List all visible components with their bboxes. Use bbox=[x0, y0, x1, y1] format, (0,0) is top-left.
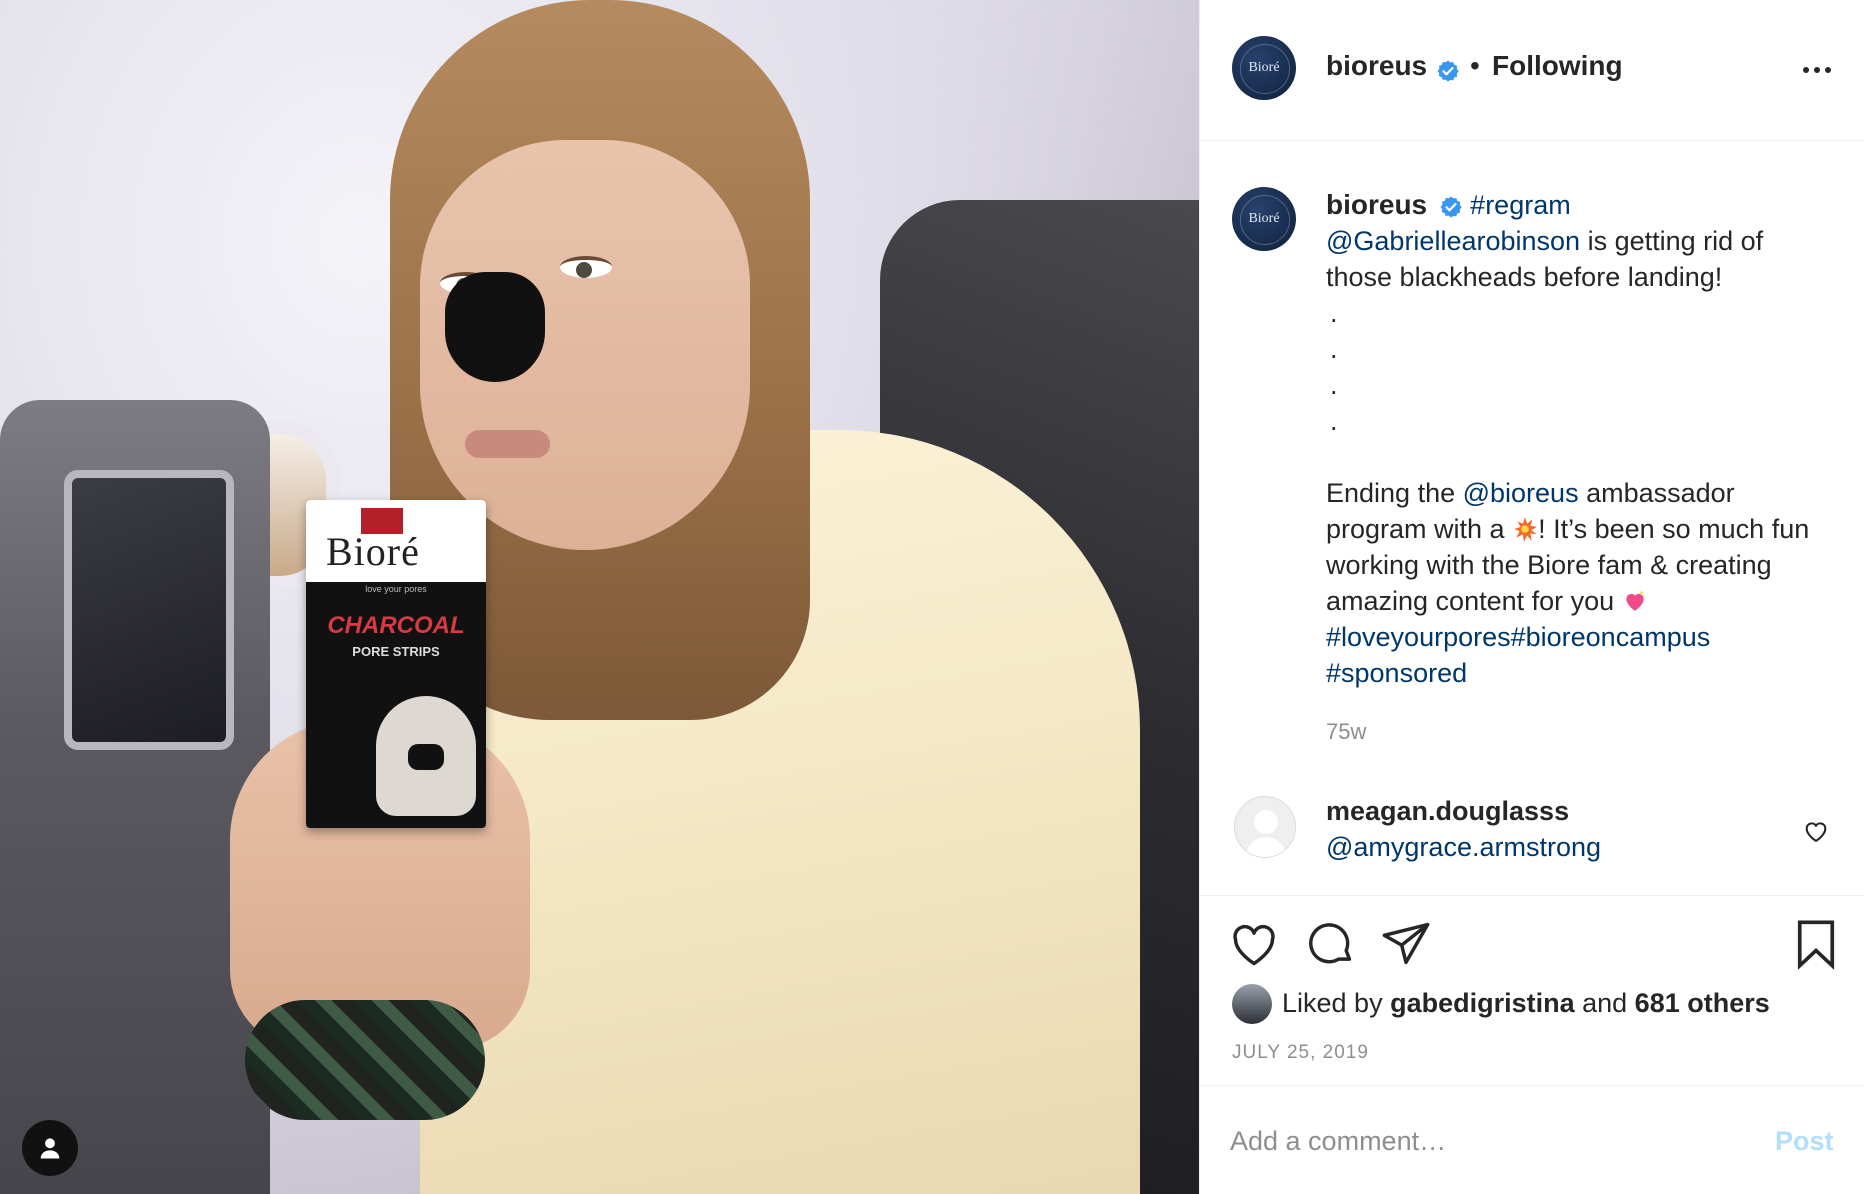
header-username[interactable]: bioreus bbox=[1326, 50, 1427, 81]
user-tag-button[interactable] bbox=[22, 1120, 78, 1176]
post-side-panel: Bioré bioreus • Following Bioré bioreus bbox=[1199, 0, 1864, 1194]
user-tag-icon bbox=[40, 1138, 60, 1159]
account-avatar[interactable]: Bioré bbox=[1232, 36, 1296, 100]
mention-gabriellearobinson-link[interactable]: @Gabriellearobinson bbox=[1326, 226, 1580, 256]
pack-tagline: love your pores bbox=[365, 584, 427, 594]
photo-nose-strip bbox=[445, 272, 545, 382]
liked-by-user-link[interactable]: gabedigristina bbox=[1390, 988, 1575, 1018]
commenter-username[interactable]: meagan.douglasss bbox=[1326, 796, 1569, 827]
share-icon[interactable] bbox=[1380, 918, 1432, 970]
bookmark-icon[interactable] bbox=[1790, 918, 1842, 970]
more-options-icon[interactable] bbox=[1803, 60, 1839, 80]
post-photo[interactable]: Bioré love your pores CHARCOAL PORE STRI… bbox=[0, 0, 1199, 1194]
post-date[interactable]: JULY 25, 2019 bbox=[1232, 1042, 1369, 1064]
add-comment-bar: Post bbox=[1200, 1085, 1864, 1194]
hashtags-link[interactable]: #loveyourpores#bioreoncampus bbox=[1326, 622, 1710, 652]
following-button[interactable]: Following bbox=[1492, 50, 1623, 82]
verified-badge-icon bbox=[1440, 196, 1462, 218]
caption-avatar-logo-text: Bioré bbox=[1248, 211, 1280, 226]
post-header: Bioré bioreus • Following bbox=[1200, 0, 1864, 141]
header-separator: • bbox=[1470, 50, 1480, 81]
photo-product-pack: Bioré love your pores CHARCOAL PORE STRI… bbox=[306, 500, 486, 828]
liked-by-middle: and bbox=[1574, 988, 1635, 1018]
caption-dot: . bbox=[1330, 370, 1338, 400]
liked-by-avatar[interactable] bbox=[1232, 984, 1272, 1024]
caption-dots: . . . . bbox=[1326, 295, 1826, 439]
pack-subtitle: PORE STRIPS bbox=[352, 644, 440, 659]
comment-mention-link[interactable]: @amygrace.armstrong bbox=[1326, 832, 1601, 863]
pack-top: Bioré bbox=[306, 500, 486, 582]
photo-scrunchie bbox=[245, 1000, 485, 1120]
pack-face-illustration bbox=[376, 696, 476, 816]
sparkling-heart-emoji bbox=[1626, 590, 1644, 611]
post-actions: Liked by gabedigristina and 681 others J… bbox=[1200, 895, 1864, 1085]
caption-second-paragraph: Ending the @bioreus ambassador program w… bbox=[1326, 475, 1826, 691]
photo-seat-screen bbox=[64, 470, 234, 750]
verified-badge-icon bbox=[1437, 60, 1459, 82]
comment-input[interactable] bbox=[1230, 1118, 1750, 1164]
caption-para2-a: Ending the bbox=[1326, 478, 1463, 508]
post-comment-button[interactable]: Post bbox=[1775, 1126, 1834, 1157]
comment-heart-icon[interactable] bbox=[1802, 817, 1830, 845]
header-username-group: bioreus bbox=[1326, 50, 1460, 83]
caption-dot: . bbox=[1330, 334, 1338, 364]
photo-eye-right bbox=[560, 256, 612, 278]
hashtag-regram-link[interactable]: #regram bbox=[1470, 190, 1571, 220]
post-dialog: Bioré love your pores CHARCOAL PORE STRI… bbox=[0, 0, 1864, 1194]
liked-by-others-link[interactable]: 681 others bbox=[1635, 988, 1770, 1018]
caption-dot: . bbox=[1330, 298, 1338, 328]
hashtag-sponsored-link[interactable]: #sponsored bbox=[1326, 658, 1467, 688]
photo-lips bbox=[465, 430, 550, 458]
commenter-avatar[interactable] bbox=[1234, 796, 1296, 858]
heart-icon[interactable] bbox=[1228, 918, 1280, 970]
caption-age[interactable]: 75w bbox=[1326, 719, 1366, 745]
liked-by-prefix: Liked by bbox=[1282, 988, 1391, 1018]
avatar-logo-text: Bioré bbox=[1248, 60, 1280, 75]
mention-bioreus-link[interactable]: @bioreus bbox=[1463, 478, 1579, 508]
caption-username[interactable]: bioreus bbox=[1326, 189, 1427, 220]
comments-area: Bioré bioreus #regram @Gabriellearobinso… bbox=[1200, 141, 1864, 895]
collision-emoji bbox=[1514, 517, 1537, 542]
pack-product-name: CHARCOAL bbox=[327, 612, 465, 639]
caption-first-paragraph: bioreus #regram @Gabriellearobinson is g… bbox=[1326, 187, 1826, 295]
liked-by-summary: Liked by gabedigristina and 681 others bbox=[1282, 988, 1770, 1019]
comment-icon[interactable] bbox=[1305, 918, 1357, 970]
pack-brand: Bioré bbox=[326, 529, 420, 574]
caption-avatar[interactable]: Bioré bbox=[1232, 187, 1296, 251]
caption-dot: . bbox=[1330, 406, 1338, 436]
post-caption: bioreus #regram @Gabriellearobinson is g… bbox=[1326, 187, 1826, 691]
